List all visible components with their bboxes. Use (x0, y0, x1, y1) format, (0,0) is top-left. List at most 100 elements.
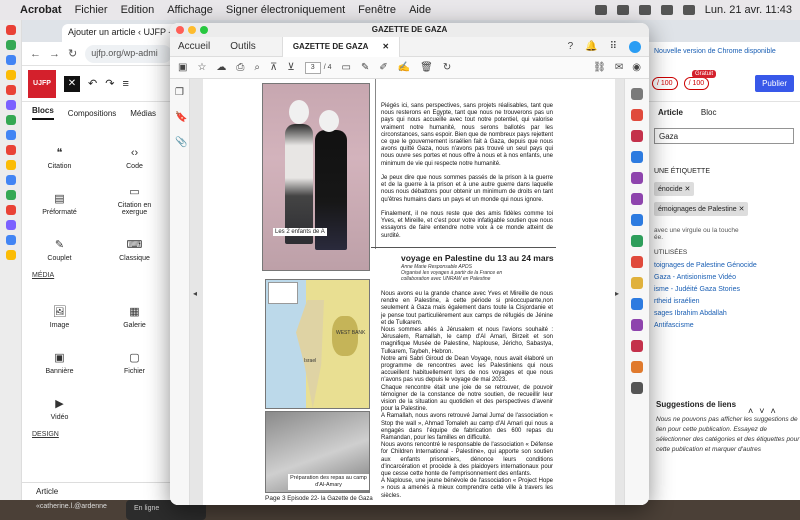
chrome-update-notice[interactable]: Nouvelle version de Chrome disponible (648, 42, 800, 64)
pages-panel-icon[interactable]: ❐ (175, 87, 189, 98)
edit-pdf-icon[interactable] (631, 130, 643, 142)
close-inserter-button[interactable]: ✕ (64, 75, 80, 92)
battery-icon[interactable] (638, 5, 651, 15)
upload-cloud-icon[interactable]: ☁ (216, 62, 226, 73)
most-used-tags[interactable]: toignages de Palestine Génocide Gaza - A… (654, 260, 794, 332)
protect-icon[interactable] (631, 298, 643, 310)
close-tab-icon[interactable]: ✕ (382, 42, 389, 52)
block-pullquote[interactable]: ▭ Citation en exergue (110, 185, 160, 216)
control-center-icon[interactable] (682, 5, 695, 15)
dock-app-icon[interactable] (5, 175, 16, 185)
collapse-right-icon[interactable]: ▸ (615, 289, 619, 298)
attachments-icon[interactable]: 📎 (175, 137, 189, 148)
scan-ocr-icon[interactable] (631, 214, 643, 226)
highlight-icon[interactable]: ✎ (361, 62, 369, 73)
delete-icon[interactable]: 🗑 (420, 62, 433, 73)
mail-icon[interactable]: ✉ (615, 62, 623, 73)
save-icon[interactable]: ▣ (178, 62, 187, 73)
block-file[interactable]: ▢ Fichier (110, 351, 160, 375)
page-number-input[interactable]: 3 (304, 61, 321, 74)
remove-tag-icon[interactable]: ✕ (739, 206, 745, 213)
remove-tag-icon[interactable]: ✕ (684, 186, 690, 193)
zoom-search-icon[interactable] (631, 88, 643, 100)
readability-badge[interactable]: / 100 (683, 77, 710, 90)
export-pdf-icon[interactable] (631, 151, 643, 163)
zoom-window-button[interactable] (200, 26, 208, 34)
tab-compositions[interactable]: Compositions (68, 109, 116, 118)
dock-app-icon[interactable] (5, 190, 16, 200)
dock-app-icon[interactable] (5, 250, 16, 260)
menu-affichage[interactable]: Affichage (167, 4, 213, 16)
menu-aide[interactable]: Aide (409, 4, 431, 16)
dock-app-icon[interactable] (5, 145, 16, 155)
redact-icon[interactable] (631, 319, 643, 331)
menu-app-name[interactable]: Acrobat (20, 4, 62, 16)
publish-button[interactable]: Publier (755, 75, 794, 92)
dock-app-icon[interactable] (5, 85, 16, 95)
prev-page-icon[interactable]: ⊼ (270, 62, 277, 73)
menu-edition[interactable]: Edition (121, 4, 155, 16)
comment-icon[interactable]: ▭ (341, 62, 350, 73)
search-icon[interactable]: ⌕ (254, 62, 260, 73)
link-icon[interactable]: ⛓ (593, 62, 606, 73)
combine-files-icon[interactable] (631, 235, 643, 247)
tab-bloc[interactable]: Bloc (701, 108, 717, 118)
dock-app-icon[interactable] (5, 100, 16, 110)
menu-fenetre[interactable]: Fenêtre (358, 4, 396, 16)
block-banner[interactable]: ▣ Bannière (35, 351, 85, 375)
dock-app-icon[interactable] (5, 25, 16, 35)
panel-arrows[interactable]: ˄˅˄ (748, 406, 782, 416)
fill-sign-icon[interactable] (631, 193, 643, 205)
draw-icon[interactable]: ✐ (379, 62, 387, 73)
forward-icon[interactable]: → (49, 48, 60, 60)
block-classic[interactable]: ⌨ Classique (110, 238, 160, 262)
block-image[interactable]: 🖼 Image (35, 305, 85, 329)
notifications-icon[interactable]: 🔔 (585, 41, 597, 52)
collapse-left-icon[interactable]: ◂ (193, 289, 197, 298)
chevron-up-icon[interactable]: ˄ (748, 406, 759, 416)
wifi-icon[interactable] (660, 5, 673, 15)
avatar[interactable] (629, 40, 641, 53)
menu-fichier[interactable]: Fichier (75, 4, 108, 16)
address-bar[interactable]: ujfp.org/wp-admi (85, 44, 172, 63)
organize-pages-icon[interactable] (631, 172, 643, 184)
request-signature-icon[interactable] (631, 340, 643, 352)
menu-signer[interactable]: Signer électroniquement (226, 4, 345, 16)
create-pdf-icon[interactable] (631, 109, 643, 121)
menubar-clock[interactable]: Lun. 21 avr. 11:43 (705, 4, 792, 16)
bookmarks-icon[interactable]: 🔖 (175, 112, 189, 123)
chevron-down-icon[interactable]: ˅ (759, 406, 770, 416)
block-gallery[interactable]: ▦ Galerie (110, 305, 160, 329)
list-view-icon[interactable]: ≡ (122, 78, 128, 90)
seo-score-badge[interactable]: / 100 (652, 77, 678, 90)
ujfp-logo[interactable]: UJFP (28, 69, 56, 98)
compress-pdf-icon[interactable] (631, 256, 643, 268)
block-citation[interactable]: ❝ Citation (35, 146, 85, 170)
comment-tool-icon[interactable] (631, 277, 643, 289)
tab-accueil[interactable]: Accueil (178, 41, 210, 52)
more-tools-icon[interactable] (631, 382, 643, 394)
tag-chip[interactable]: énocide ✕ (654, 182, 695, 196)
undo-icon[interactable]: ↶ (88, 77, 97, 90)
dock-app-icon[interactable] (5, 70, 16, 80)
chevron-up-icon[interactable]: ˄ (771, 406, 782, 416)
category-search-input[interactable]: Gaza (654, 128, 794, 144)
print-icon[interactable]: ⎙ (236, 62, 244, 73)
account-search-icon[interactable]: ◉ (632, 62, 641, 73)
edit-icon[interactable]: ✍ (398, 62, 410, 73)
dock-app-icon[interactable] (5, 55, 16, 65)
tag-chip[interactable]: émoignages de Palestine ✕ (654, 202, 749, 216)
dock-app-icon[interactable] (5, 115, 16, 125)
document-tab[interactable]: GAZETTE DE GAZA ✕ (281, 36, 401, 57)
tab-outils[interactable]: Outils (230, 41, 256, 52)
block-video[interactable]: ▶ Vidéo (35, 397, 85, 421)
dock-app-icon[interactable] (5, 220, 16, 230)
close-window-button[interactable] (176, 26, 184, 34)
stamp-icon[interactable] (631, 361, 643, 373)
next-page-icon[interactable]: ⊻ (287, 62, 294, 73)
dock-app-icon[interactable] (5, 205, 16, 215)
tab-medias[interactable]: Médias (130, 109, 156, 118)
tab-blocs[interactable]: Blocs (32, 106, 54, 120)
back-icon[interactable]: ← (30, 48, 41, 60)
block-verse[interactable]: ✎ Couplet (35, 238, 85, 262)
